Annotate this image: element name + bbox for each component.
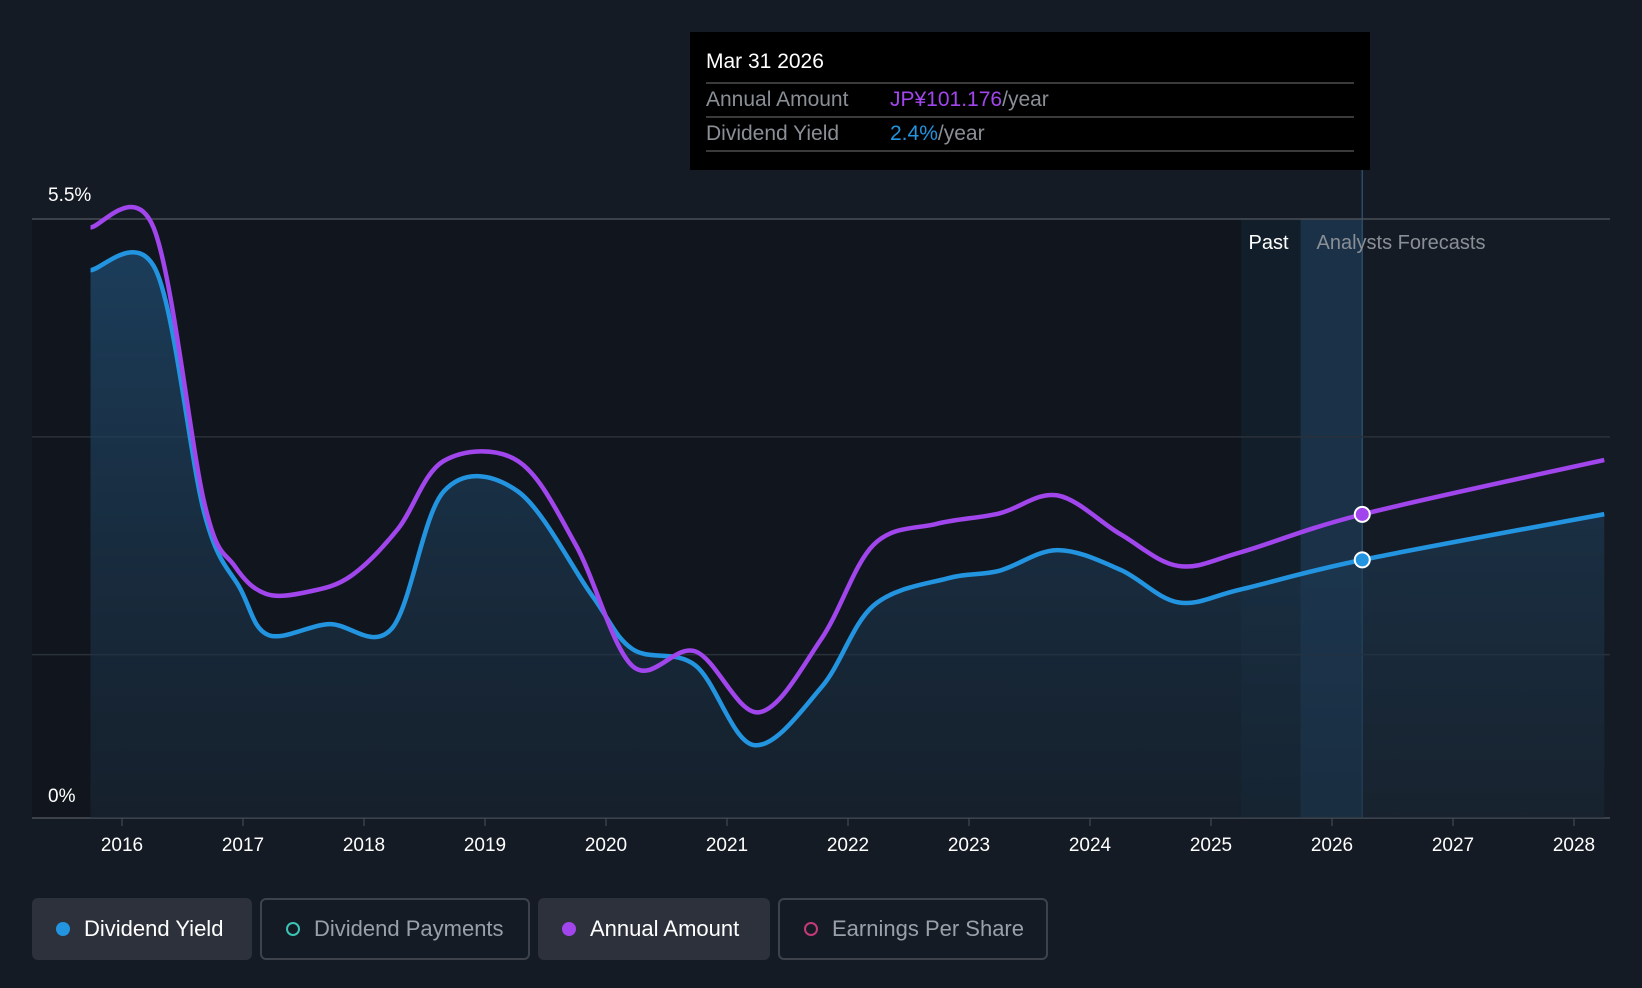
x-tick-label: 2024 [1069,835,1112,856]
x-tick-label: 2023 [948,835,990,856]
filled-dot-icon [562,922,576,936]
x-tick-label: 2020 [585,835,627,856]
x-tick-label: 2026 [1311,835,1353,856]
x-tick-label: 2028 [1553,835,1595,856]
tooltip-label: Annual Amount [706,88,849,111]
x-tick-label: 2019 [464,835,506,856]
tooltip: Mar 31 2026 Annual Amount JP¥101.176/yea… [690,32,1370,170]
legend-label: Dividend Yield [84,916,224,941]
legend-earnings-per-share[interactable]: Earnings Per Share [778,898,1048,960]
legend-annual-amount[interactable]: Annual Amount [538,898,770,960]
tooltip-row-annual-amount: Annual Amount JP¥101.176/year [706,82,1354,118]
legend-dividend-yield[interactable]: Dividend Yield [32,898,252,960]
tooltip-row-dividend-yield: Dividend Yield 2.4%/year [706,116,1354,152]
legend-label: Annual Amount [590,916,740,941]
filled-dot-icon [56,922,70,936]
x-tick-label: 2027 [1432,835,1474,856]
legend-label: Dividend Payments [314,916,504,941]
legend-dividend-payments[interactable]: Dividend Payments [260,898,530,960]
legend-label: Earnings Per Share [832,916,1024,941]
tooltip-suffix: /year [937,122,985,145]
tooltip-date: Mar 31 2026 [706,50,824,73]
x-tick-label: 2022 [827,835,869,856]
tooltip-label: Dividend Yield [706,122,840,145]
data-point [1353,551,1371,569]
hollow-dot-icon [804,922,818,936]
hollow-dot-icon [286,922,300,936]
x-tick-label: 2025 [1190,835,1232,856]
tooltip-divider [706,150,1354,152]
tooltip-value: JP¥101.176 [890,88,1003,111]
tooltip-value: 2.4% [890,122,938,145]
x-tick-label: 2016 [101,835,143,856]
y-label-top: 5.5% [48,185,91,206]
y-label-zero: 0% [48,786,76,807]
dividend-chart: 5.5% 0% 2016 2017 2018 2019 2020 2021 2022 2023 20… [0,0,1642,988]
data-point [1353,505,1371,523]
x-tick-label: 2017 [222,835,264,856]
x-tick-label: 2018 [343,835,385,856]
forecast-label: Analysts Forecasts [1317,232,1486,254]
x-tick-label: 2021 [706,835,748,856]
past-label: Past [1249,232,1289,254]
tooltip-suffix: /year [1002,88,1049,111]
